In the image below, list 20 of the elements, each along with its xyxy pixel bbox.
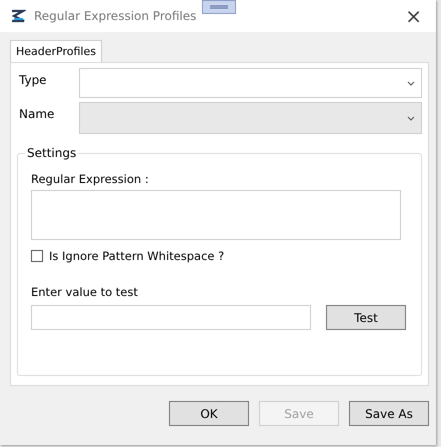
test-input-field[interactable] [31, 305, 311, 330]
field-label: Name [18, 106, 56, 121]
dialog-button[interactable]: Save As [349, 401, 429, 426]
checkbox-label: Is Ignore Pattern Whitespace ? [49, 249, 224, 263]
window-title: Regular Expression Profiles [34, 9, 196, 23]
chevron-down-icon [407, 116, 415, 120]
dialog-button[interactable]: OK [169, 401, 249, 426]
field-label: Regular Expression : [31, 172, 150, 186]
field-label: Enter value to test [31, 285, 139, 299]
grip-icon[interactable] [202, 0, 236, 14]
checkbox[interactable] [31, 250, 43, 262]
chevron-down-icon [407, 80, 415, 86]
dropdown-field[interactable] [79, 68, 422, 98]
tab[interactable]: HeaderProfiles [10, 40, 102, 62]
group-title: Settings [26, 146, 78, 160]
test-button[interactable]: Test [326, 305, 406, 330]
regex-input-field[interactable] [31, 190, 401, 240]
field-label: Type [18, 72, 48, 87]
app-icon [10, 9, 26, 23]
close-button[interactable]: × [401, 6, 426, 26]
